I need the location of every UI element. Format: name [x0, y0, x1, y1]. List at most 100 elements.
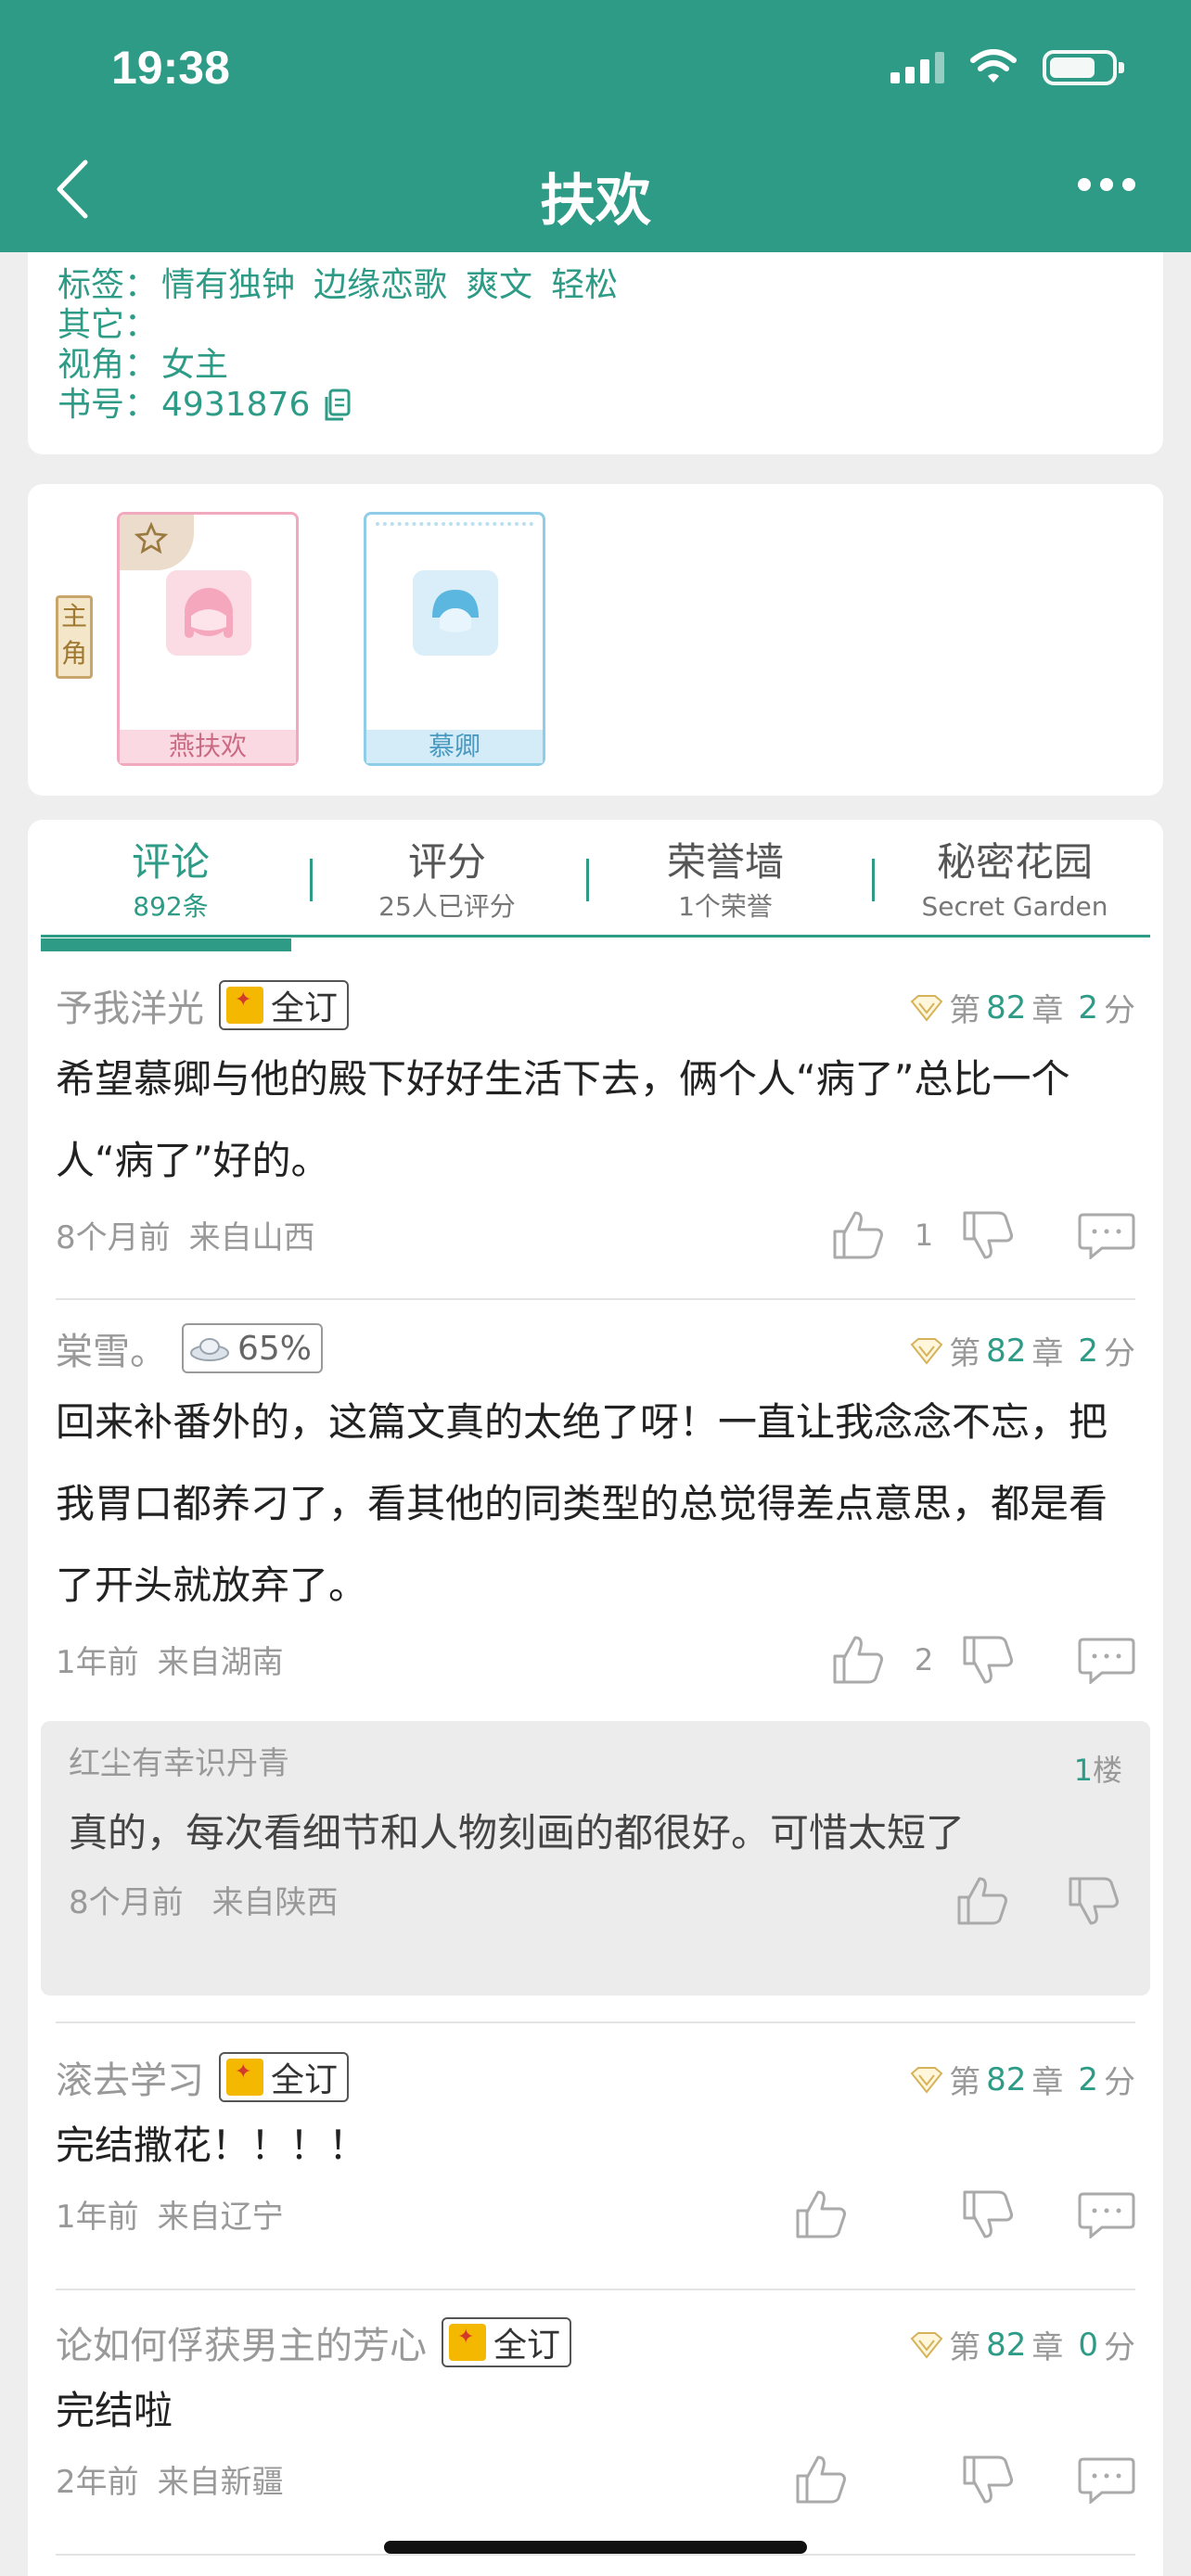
thumbs-down-icon — [963, 1211, 1013, 1259]
book-info-card: 标签： 情有独钟 边缘恋歌 爽文 轻松 其它： 视角： 女主 书号： 49318… — [28, 252, 1163, 454]
bookmark-icon — [226, 2059, 263, 2096]
more-button[interactable] — [1078, 178, 1135, 191]
diamond-icon — [910, 994, 943, 1022]
comment-text: 完结撒花！！！！ — [56, 2123, 368, 2168]
dislike-button[interactable] — [961, 2188, 1017, 2240]
subscribe-badge: 全订 — [219, 980, 350, 1030]
thumbs-up-icon — [833, 1636, 883, 1684]
bookmark-icon — [449, 2324, 486, 2361]
reply-button[interactable] — [1078, 2455, 1135, 2504]
comment-time: 8个月前 — [56, 1218, 171, 1256]
top-bar: 19:38 扶欢 — [0, 0, 1191, 252]
roles-card: 主角 燕扶欢 慕卿 — [28, 484, 1163, 796]
comment-text: 回来补番外的，这篇文真的太绝了呀！一直让我念念不忘，把我胃口都养刁了，看其他的同… — [56, 1399, 1108, 1608]
thumbs-down-icon — [963, 2190, 1013, 2238]
tag-link[interactable]: 轻松 — [551, 265, 618, 306]
comment-time: 1年前 — [56, 1643, 139, 1681]
copy-icon[interactable] — [323, 389, 352, 422]
comment-text: 希望慕卿与他的殿下好好生活下去，俩个人“病了”总比一个人“病了”好的。 — [56, 1056, 1070, 1183]
tab-honor-wall[interactable]: 荣誉墙 1个荣誉 — [596, 836, 855, 925]
bookmark-icon — [226, 987, 263, 1024]
like-button[interactable] — [794, 2188, 850, 2240]
progress-badge: 65% — [182, 1323, 324, 1373]
battery-icon — [1043, 50, 1124, 85]
reply-location: 来自陕西 — [211, 1884, 339, 1921]
subscribe-badge: 全订 — [442, 2317, 572, 2367]
like-button[interactable] — [831, 1634, 887, 1686]
reply-user[interactable]: 红尘有幸识丹青 — [69, 1736, 1122, 1792]
dislike-button[interactable] — [961, 1209, 1017, 1261]
tab-ratings[interactable]: 评分 25人已评分 — [317, 836, 577, 925]
home-indicator[interactable] — [384, 2541, 807, 2554]
role-card-muqing[interactable]: 慕卿 — [364, 512, 545, 766]
chapter-score: 第 82 章 2 分 — [910, 985, 1135, 1030]
comment-text: 完结啦 — [56, 2388, 173, 2433]
comment-icon — [1078, 2192, 1135, 2238]
dislike-button[interactable] — [961, 1634, 1017, 1686]
other-row: 其它： — [58, 305, 159, 344]
like-count: 1 — [914, 1218, 934, 1253]
tab-secret-garden[interactable]: 秘密花园 Secret Garden — [885, 836, 1145, 925]
comment-location: 来自新疆 — [157, 2463, 284, 2501]
comment-item: 论如何俘获男主的芳心 全订 第 82 章 0 分 完结啦 2年前 来自新疆 — [56, 2315, 1135, 2511]
tab-bar: 评论 892条 评分 25人已评分 荣誉墙 1个荣誉 秘密花园 Secret G… — [41, 820, 1150, 940]
thumbs-down-icon — [1069, 1877, 1119, 1925]
reply-button[interactable] — [1078, 2190, 1135, 2238]
reply-button[interactable] — [1078, 1211, 1135, 1259]
reply-button[interactable] — [1078, 1636, 1135, 1684]
reply-dislike-button[interactable] — [1067, 1875, 1122, 1927]
role-name: 燕扶欢 — [120, 730, 296, 763]
comment-item: 滚去学习 全订 第 82 章 2 分 完结撒花！！！！ 1年前 来自辽宁 — [56, 2049, 1135, 2246]
diamond-icon — [910, 2066, 943, 2094]
reply-floor: 1楼 — [1073, 1753, 1122, 1788]
tag-link[interactable]: 情有独钟 — [161, 265, 295, 306]
reply-time: 8个月前 — [69, 1884, 184, 1921]
comment-time: 1年前 — [56, 2198, 139, 2236]
comment-item: 棠雪。 65% 第 82 章 2 分 回来补番外的，这篇文真的太绝了呀！一直让我… — [56, 1320, 1135, 1691]
chapter-score: 第 82 章 2 分 — [910, 1328, 1135, 1373]
male-avatar-icon — [413, 570, 498, 656]
status-icons — [890, 45, 1124, 91]
tab-comments[interactable]: 评论 892条 — [41, 836, 301, 925]
view-row: 视角： 女主 — [58, 345, 229, 384]
reply-like-button[interactable] — [955, 1875, 1011, 1927]
star-icon — [134, 522, 168, 555]
tag-link[interactable]: 爽文 — [466, 265, 532, 306]
comment-user[interactable]: 棠雪。 — [56, 1321, 167, 1375]
comment-user[interactable]: 予我洋光 — [56, 978, 204, 1032]
female-avatar-icon — [166, 570, 251, 656]
comment-location: 来自山西 — [188, 1218, 315, 1256]
role-card-yanfuhuan[interactable]: 燕扶欢 — [117, 512, 299, 766]
tag-link[interactable]: 边缘恋歌 — [314, 265, 447, 306]
chapter-score: 第 82 章 2 分 — [910, 2057, 1135, 2102]
view-value: 女主 — [161, 345, 229, 384]
comments-card: 评论 892条 评分 25人已评分 荣誉墙 1个荣誉 秘密花园 Secret G… — [28, 820, 1163, 2576]
thumbs-up-icon — [957, 1877, 1007, 1925]
cellular-signal-icon — [890, 52, 944, 83]
comment-location: 来自湖南 — [157, 1643, 284, 1681]
active-tab-indicator — [41, 938, 291, 951]
book-number-row: 书号： 4931876 — [58, 385, 1133, 425]
like-button[interactable] — [831, 1209, 887, 1261]
tags-row: 标签： 情有独钟 边缘恋歌 爽文 轻松 — [58, 265, 619, 306]
like-button[interactable] — [794, 2454, 850, 2506]
wifi-icon — [970, 49, 1017, 83]
comment-item: 予我洋光 全订 第 82 章 2 分 希望慕卿与他的殿下好好生活下去，俩个人“病… — [56, 977, 1135, 1267]
thumbs-up-icon — [796, 2455, 846, 2504]
more-dots-icon — [1078, 178, 1091, 191]
comment-icon — [1078, 2457, 1135, 2504]
comment-user[interactable]: 滚去学习 — [56, 2050, 204, 2104]
comment-user[interactable]: 论如何俘获男主的芳心 — [56, 2315, 427, 2369]
comment-time: 2年前 — [56, 2463, 139, 2501]
like-count: 2 — [914, 1642, 934, 1677]
reply-text: 真的，每次看细节和人物刻画的都很好。可惜太短了 — [69, 1810, 966, 1855]
subscribe-badge: 全订 — [219, 2052, 350, 2102]
status-time: 19:38 — [111, 42, 230, 94]
diamond-icon — [910, 1337, 943, 1365]
dislike-button[interactable] — [961, 2454, 1017, 2506]
thumbs-up-icon — [833, 1211, 883, 1259]
diamond-icon — [910, 2331, 943, 2359]
thumbs-down-icon — [963, 2455, 1013, 2504]
silver-ingot-icon — [190, 1338, 229, 1361]
thumbs-down-icon — [963, 1636, 1013, 1684]
